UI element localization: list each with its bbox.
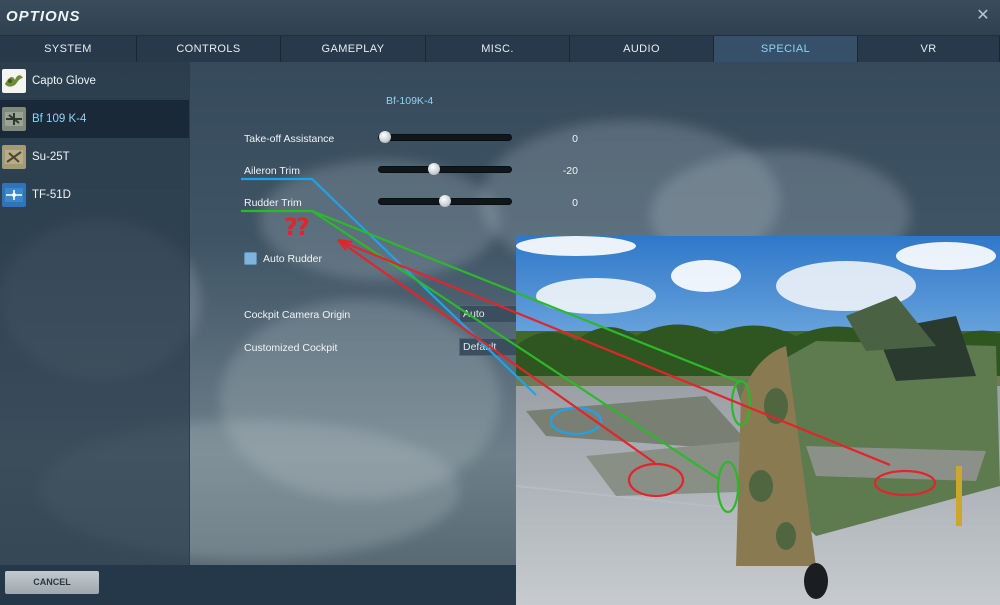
cockpit-camera-origin-select[interactable]: Auto — [459, 305, 519, 323]
sidebar-item-capto-glove[interactable]: Capto Glove — [0, 62, 189, 100]
tf51d-icon — [2, 183, 26, 207]
close-icon[interactable]: ✕ — [974, 7, 992, 25]
sidebar-item-label: Su-25T — [32, 151, 70, 163]
tab-special[interactable]: SPECIAL — [714, 36, 858, 62]
tab-controls[interactable]: CONTROLS — [137, 36, 281, 62]
options-window: OPTIONS ✕ SYSTEM CONTROLS GAMEPLAY MISC.… — [0, 0, 1000, 605]
bf109-icon — [2, 107, 26, 131]
tab-misc[interactable]: MISC. — [426, 36, 570, 62]
question-marks-annotation: ?? — [284, 213, 310, 241]
rudder-trim-value: 0 — [572, 197, 578, 209]
cockpit-camera-origin-label: Cockpit Camera Origin — [244, 309, 351, 321]
panel-title: Bf-109K-4 — [386, 95, 434, 107]
aircraft-photo — [516, 236, 1000, 605]
customized-cockpit-label: Customized Cockpit — [244, 342, 338, 354]
tab-system[interactable]: SYSTEM — [0, 36, 137, 62]
auto-rudder-checkbox[interactable] — [244, 252, 257, 265]
title-bar: OPTIONS ✕ — [0, 0, 1000, 36]
sidebar-item-label: TF-51D — [32, 189, 71, 201]
tab-audio[interactable]: AUDIO — [570, 36, 714, 62]
sidebar-item-tf51d[interactable]: TF-51D — [0, 176, 189, 214]
slider-thumb[interactable] — [428, 163, 440, 175]
su25t-icon — [2, 145, 26, 169]
auto-rudder-label: Auto Rudder — [263, 253, 322, 265]
aileron-trim-slider[interactable] — [378, 163, 512, 175]
tab-vr[interactable]: VR — [858, 36, 1000, 62]
tab-gameplay[interactable]: GAMEPLAY — [281, 36, 426, 62]
sidebar-item-su25t[interactable]: Su-25T — [0, 138, 189, 176]
module-sidebar: Capto Glove Bf 109 K-4 Su-25T TF-51D — [0, 62, 190, 565]
takeoff-assistance-value: 0 — [572, 133, 578, 145]
sidebar-item-label: Capto Glove — [32, 75, 96, 87]
tab-bar: SYSTEM CONTROLS GAMEPLAY MISC. AUDIO SPE… — [0, 36, 1000, 62]
customized-cockpit-select[interactable]: Default — [459, 338, 519, 356]
aileron-trim-value: -20 — [562, 165, 578, 177]
slider-thumb[interactable] — [379, 131, 391, 143]
cancel-button[interactable]: CANCEL — [5, 571, 99, 594]
capto-glove-icon — [2, 69, 26, 93]
rudder-trim-slider[interactable] — [378, 195, 512, 207]
sidebar-item-bf109[interactable]: Bf 109 K-4 — [0, 100, 189, 138]
aileron-trim-label: Aileron Trim — [244, 165, 301, 177]
sidebar-item-label: Bf 109 K-4 — [32, 113, 87, 125]
takeoff-assistance-label: Take-off Assistance — [244, 133, 335, 145]
slider-thumb[interactable] — [439, 195, 451, 207]
window-title: OPTIONS — [6, 8, 81, 25]
rudder-trim-label: Rudder Trim — [244, 197, 302, 209]
takeoff-assistance-slider[interactable] — [378, 131, 512, 143]
